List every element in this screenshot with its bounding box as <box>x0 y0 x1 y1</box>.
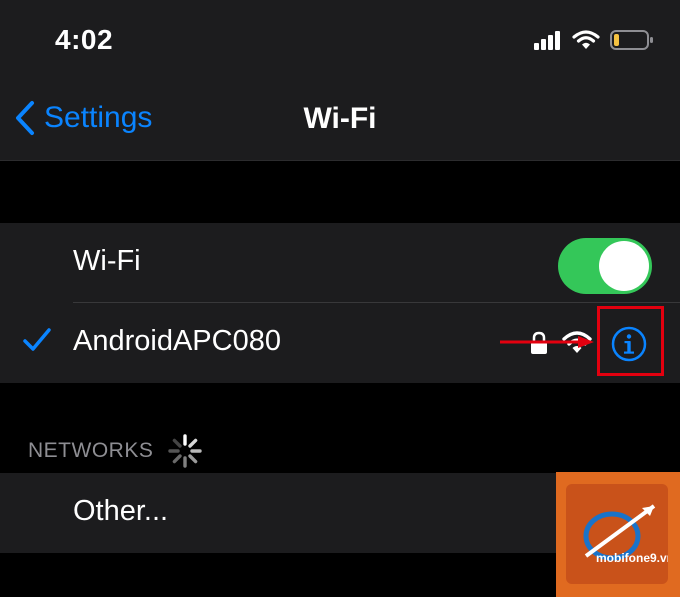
battery-icon <box>610 30 653 50</box>
watermark-badge: mobifone9.vn <box>566 484 674 584</box>
cellular-signal-icon <box>534 31 560 50</box>
wifi-toggle-row: Wi-Fi <box>0 223 680 303</box>
wifi-settings-group: Wi-Fi AndroidAPC080 <box>0 223 680 383</box>
networks-section-header: NETWORKS <box>28 433 203 469</box>
status-time: 4:02 <box>55 24 114 55</box>
wifi-toggle-label: Wi-Fi <box>73 245 141 277</box>
watermark-logo: mobifone9.vn <box>556 472 680 597</box>
other-network-label: Other... <box>73 495 169 527</box>
toggle-knob <box>599 241 649 291</box>
wifi-toggle-switch[interactable] <box>558 238 652 294</box>
networks-header-label: NETWORKS <box>28 439 154 462</box>
checkmark-icon <box>23 328 51 351</box>
status-icons <box>534 30 654 50</box>
connected-network-name: AndroidAPC080 <box>73 325 281 357</box>
loading-spinner-icon <box>168 434 203 468</box>
watermark-text: mobifone9.vn <box>596 551 668 565</box>
navigation-bar: Settings Wi-Fi <box>0 80 680 161</box>
red-arrow-annotation <box>500 336 594 348</box>
wifi-status-icon <box>572 30 600 49</box>
mobifone-logo-icon: mobifone9.vn <box>583 504 674 565</box>
page-title: Wi-Fi <box>303 102 377 135</box>
red-highlight-box <box>597 306 664 376</box>
status-bar: 4:02 <box>0 0 680 80</box>
